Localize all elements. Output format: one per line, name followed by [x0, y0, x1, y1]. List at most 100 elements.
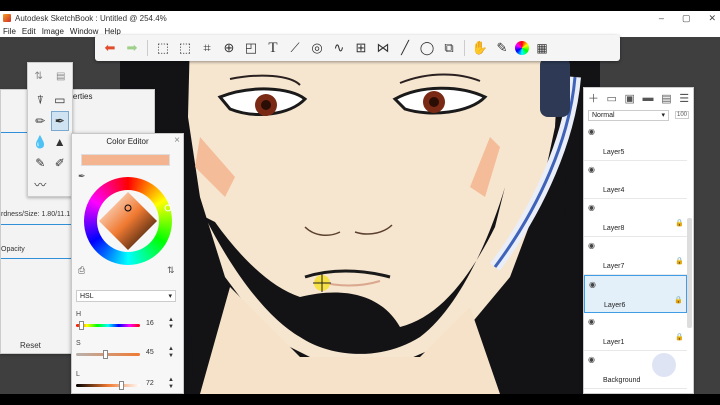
lock-icon[interactable]: 🔒	[674, 296, 683, 304]
smear-icon[interactable]: ✎	[32, 154, 49, 172]
minimize-button[interactable]: –	[659, 13, 664, 23]
hue-slider[interactable]	[76, 324, 140, 327]
blend-mode-dropdown[interactable]: Normal ▾	[588, 109, 669, 121]
opacity-slider[interactable]	[1, 258, 71, 259]
hue-value[interactable]: 16	[146, 320, 154, 327]
color-mode-dropdown[interactable]: HSL ▾	[76, 290, 176, 302]
title-bar: Autodesk SketchBook : Untitled @ 254.4% …	[0, 11, 720, 25]
visibility-eye-icon[interactable]: ◉	[588, 127, 595, 136]
perspective-icon[interactable]: ⊞	[352, 39, 370, 57]
add-image-icon[interactable]: ▣	[625, 92, 635, 105]
main-toolbar: ⬅ ➡ ⬚ ⬚ ⌗ ⊕ ◰ T ⟋ ◎ ∿ ⊞ ⋈ ╱ ◯ ⧉ ✋ ✎ ▦	[95, 35, 620, 61]
hue-stepper[interactable]: ▲ ▼	[168, 317, 174, 331]
copic-icon[interactable]: ⧉	[440, 39, 458, 57]
visibility-eye-icon[interactable]: ◉	[588, 203, 595, 212]
lightness-value[interactable]: 72	[146, 380, 154, 387]
pencil-icon[interactable]: ✏	[32, 112, 49, 130]
inking-pen-icon[interactable]: ✒	[50, 111, 69, 131]
visibility-eye-icon[interactable]: ◉	[588, 241, 595, 250]
lightness-slider[interactable]	[76, 384, 140, 387]
layer-row-layer6[interactable]: ◉ Layer6 🔒	[584, 275, 687, 313]
saturation-value[interactable]: 45	[146, 349, 154, 356]
add-group-icon[interactable]: ▭	[606, 92, 616, 105]
eraser-icon[interactable]: ▭	[52, 91, 69, 109]
symmetry-icon[interactable]: ⋈	[374, 39, 392, 57]
merge-icon[interactable]: ▬	[643, 92, 654, 104]
color-options-icon[interactable]: ⎙	[78, 265, 85, 276]
color-editor-panel: Color Editor × ✒ ⎙ ⇅ HSL ▾ H 16 ▲ ▼ S 45…	[71, 133, 184, 394]
crop-icon[interactable]: ⌗	[198, 39, 216, 57]
lightness-stepper[interactable]: ▲ ▼	[168, 377, 174, 391]
layer-row-layer1[interactable]: ◉ Layer1 🔒	[584, 313, 687, 351]
layer-opacity-badge[interactable]: 100	[674, 111, 689, 119]
background-color-swatch[interactable]	[652, 353, 676, 377]
visibility-eye-icon[interactable]: ◉	[588, 317, 595, 326]
lock-icon[interactable]: 🔒	[675, 257, 684, 265]
opacity-label: Opacity	[1, 246, 25, 253]
reset-button[interactable]: Reset	[20, 341, 41, 350]
menu-edit[interactable]: Edit	[22, 27, 36, 36]
saturation-slider-row: S 45 ▲ ▼	[76, 340, 178, 370]
close-icon[interactable]: ×	[174, 135, 180, 146]
layer-thumbnail	[602, 315, 628, 335]
brush-library-icon[interactable]: ✋	[471, 39, 489, 57]
layer-row-background[interactable]: ◉ Background	[584, 351, 687, 389]
ruler-icon[interactable]: ⟋	[286, 39, 304, 57]
layer-row-layer8[interactable]: ◉ Layer8 🔒	[584, 199, 687, 237]
blender-icon[interactable]: 💧	[32, 133, 49, 151]
add-layer-icon[interactable]: ⊕	[220, 39, 238, 57]
text-icon[interactable]: T	[264, 39, 282, 57]
redo-icon[interactable]: ➡	[123, 39, 141, 57]
delete-layer-icon[interactable]: ▤	[661, 92, 671, 105]
visibility-eye-icon[interactable]: ◉	[588, 165, 595, 174]
hue-slider-thumb[interactable]	[79, 321, 84, 330]
visibility-eye-icon[interactable]: ◉	[589, 280, 596, 289]
undo-icon[interactable]: ⬅	[101, 39, 119, 57]
layer-menu-icon[interactable]: ☰	[679, 92, 689, 105]
distort-icon[interactable]: ◰	[242, 39, 260, 57]
brush-sort-icon[interactable]: ⇅	[35, 71, 43, 82]
layer-thumbnail	[602, 239, 628, 259]
menu-file[interactable]: File	[3, 27, 16, 36]
french-curve-icon[interactable]: ∿	[330, 39, 348, 57]
layer-row-layer7[interactable]: ◉ Layer7 🔒	[584, 237, 687, 275]
brush-palette: ⇅ ▤ ⍒ ▭ ✏ ✒ 💧 ▲ ✎ ✐ 〰	[27, 62, 73, 197]
maximize-button[interactable]: ▢	[682, 13, 691, 24]
color-wheel[interactable]	[79, 172, 177, 270]
saturation-slider[interactable]	[76, 353, 140, 356]
lightness-slider-thumb[interactable]	[119, 381, 124, 390]
selection-icon[interactable]: ⬚	[154, 39, 172, 57]
close-button[interactable]: ✕	[708, 13, 716, 24]
lock-icon[interactable]: 🔒	[675, 219, 684, 227]
size-slider[interactable]	[1, 224, 71, 225]
lock-icon[interactable]: 🔒	[675, 333, 684, 341]
airbrush-icon[interactable]: ⍒	[32, 91, 49, 109]
layer-row-layer5[interactable]: ◉ Layer5	[584, 123, 687, 161]
transform-selection-icon[interactable]: ⬚	[176, 39, 194, 57]
layer-name: Layer5	[603, 149, 625, 156]
marker-icon[interactable]: ▲	[52, 133, 69, 151]
shape-icon[interactable]: ◯	[418, 39, 436, 57]
color-mode-value: HSL	[80, 292, 94, 300]
layer-name: Layer7	[603, 263, 625, 270]
line-icon[interactable]: ╱	[396, 39, 414, 57]
ellipse-guide-icon[interactable]: ◎	[308, 39, 326, 57]
saturation-slider-thumb[interactable]	[103, 350, 108, 359]
palette-icon[interactable]: ▦	[533, 39, 551, 57]
chevron-down-icon: ▾	[661, 112, 665, 119]
menu-window[interactable]: Window	[70, 27, 98, 36]
layer-row-layer4[interactable]: ◉ Layer4	[584, 161, 687, 199]
color-wheel-icon[interactable]	[515, 41, 529, 55]
menu-image[interactable]: Image	[42, 27, 64, 36]
fill-icon[interactable]: ✐	[52, 154, 69, 172]
visibility-eye-icon[interactable]: ◉	[588, 355, 595, 364]
color-swap-icon[interactable]: ⇅	[167, 265, 175, 276]
saturation-stepper[interactable]: ▲ ▼	[168, 346, 174, 360]
layers-scrollbar[interactable]	[687, 218, 692, 328]
stroke-preview-icon[interactable]: 〰	[32, 175, 49, 193]
brush-menu-icon[interactable]: ▤	[56, 71, 65, 82]
add-layer-icon[interactable]: ＋	[588, 90, 599, 106]
layer-name: Layer4	[603, 187, 625, 194]
brushes-icon[interactable]: ✎	[493, 39, 511, 57]
color-editor-title: Color Editor	[106, 137, 149, 146]
